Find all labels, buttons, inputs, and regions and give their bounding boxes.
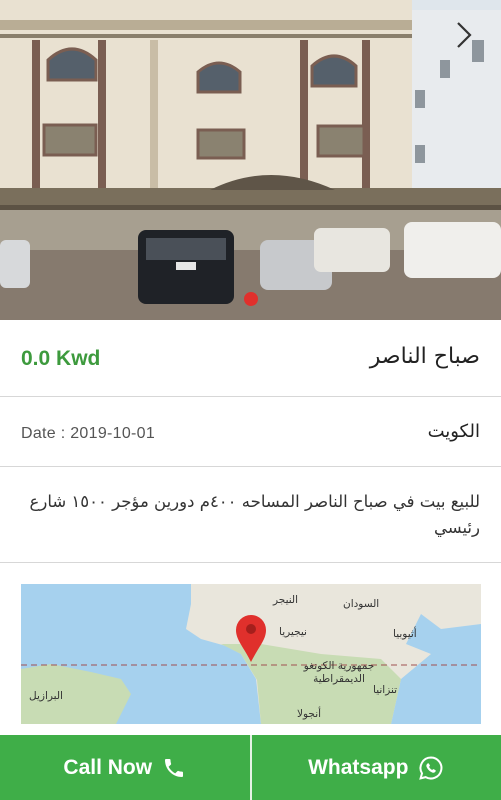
whatsapp-button[interactable]: Whatsapp: [249, 735, 501, 800]
building-photo: [0, 0, 501, 320]
listing-description: للبيع بيت في صباح الناصر المساحه ٤٠٠م دو…: [29, 492, 481, 537]
map-label-ethiopia: أثيوبيا: [393, 628, 417, 640]
phone-icon: [165, 758, 184, 777]
description-row: للبيع بيت في صباح الناصر المساحه ٤٠٠م دو…: [0, 467, 501, 563]
map-canvas: [21, 584, 481, 724]
listing-photo[interactable]: [0, 0, 501, 320]
call-now-button[interactable]: Call Now: [0, 735, 250, 800]
listing-title: صباح الناصر: [369, 344, 480, 369]
map-label-brazil: البرازيل: [29, 690, 63, 702]
map-label-niger: النيجر: [273, 594, 299, 606]
location-map[interactable]: النيجر السودان نيجيريا أثيوبيا جمهورية ا…: [21, 584, 481, 724]
date-label: Date : 2019-10-01: [21, 425, 156, 442]
whatsapp-label: Whatsapp: [308, 755, 409, 779]
price-label: 0.0 Kwd: [21, 347, 101, 370]
action-bar: Call Now Whatsapp: [0, 735, 501, 800]
map-label-tanzania: تنزانيا: [373, 684, 398, 696]
whatsapp-icon: [419, 755, 443, 780]
map-label-sudan: السودان: [343, 598, 380, 610]
map-label-angola: أنجولا: [297, 708, 322, 720]
title-row: 0.0 Kwd صباح الناصر: [0, 320, 501, 397]
chevron-right-icon[interactable]: [449, 20, 479, 50]
map-label-congo: جمهورية الكونغو الديمقراطية: [303, 660, 375, 685]
call-now-label: Call Now: [63, 755, 153, 779]
city-label: الكويت: [427, 421, 480, 442]
map-label-nigeria: نيجيريا: [279, 626, 307, 638]
photo-pager-dot[interactable]: [244, 292, 258, 306]
date-row: Date : 2019-10-01 الكويت: [0, 397, 501, 467]
